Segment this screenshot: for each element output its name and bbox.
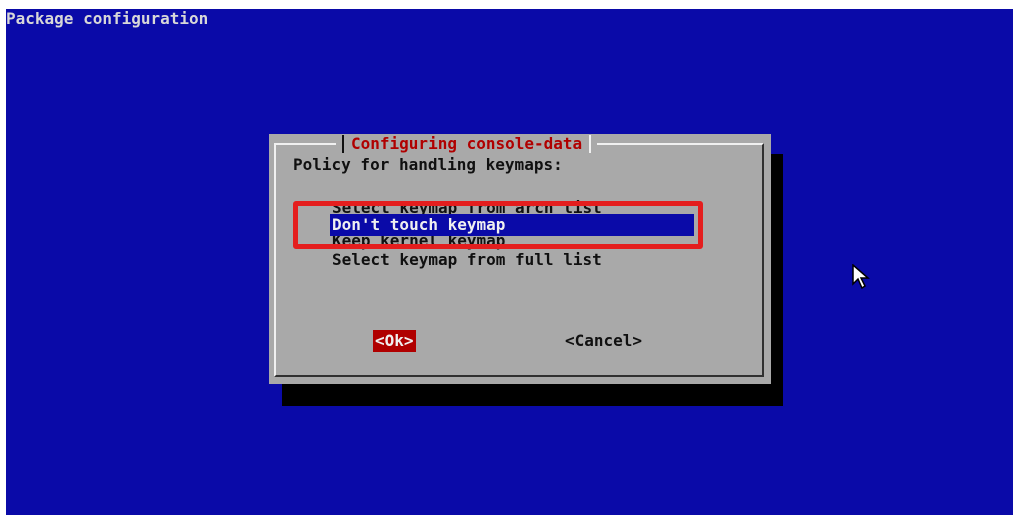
- dialog-title: Configuring console-data: [351, 134, 583, 153]
- dialog-title-bar: Configuring console-data: [336, 134, 598, 154]
- dialog-buttons: <Ok> <Cancel>: [269, 330, 771, 352]
- dialog-prompt: Policy for handling keymaps:: [293, 155, 563, 174]
- config-dialog: Configuring console-data Policy for hand…: [269, 134, 771, 384]
- screen-title: Package configuration: [6, 9, 209, 28]
- mouse-pointer-icon: [852, 264, 871, 290]
- title-right-divider: [589, 135, 592, 153]
- ok-button[interactable]: <Ok>: [373, 330, 416, 352]
- terminal-screen: Package configuration Configuring consol…: [6, 9, 1013, 515]
- selection-highlight-box: [293, 201, 703, 249]
- cancel-button[interactable]: <Cancel>: [565, 331, 642, 351]
- option-full-list[interactable]: Select keymap from full list: [330, 250, 694, 270]
